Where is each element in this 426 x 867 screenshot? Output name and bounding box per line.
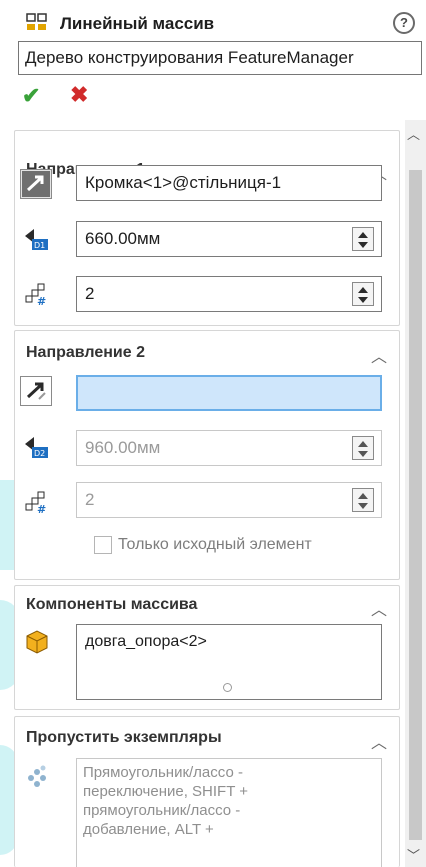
components-title: Компоненты массива	[26, 596, 198, 613]
collapse-chevron-icon[interactable]: ︿	[371, 596, 387, 620]
instance-count-icon: #	[24, 490, 50, 516]
direction1-count-field[interactable]: 2	[76, 276, 382, 312]
direction1-distance-field[interactable]: 660.00мм	[76, 221, 382, 257]
question-circle-icon[interactable]: ?	[393, 12, 415, 34]
skip-instances-hint: Прямоугольник/лассо - переключение, SHIF…	[83, 764, 249, 838]
components-list[interactable]: довга_опора<2>	[76, 624, 382, 700]
panel-title: Линейный массив	[60, 14, 215, 33]
svg-text:#: #	[37, 295, 46, 306]
close-icon[interactable]: ✖	[70, 82, 88, 108]
svg-text:D1: D1	[34, 241, 45, 250]
direction2-count-field[interactable]: 2	[76, 482, 382, 518]
distance-stepper[interactable]	[352, 227, 374, 251]
svg-text:#: #	[37, 503, 46, 514]
linear-pattern-icon	[26, 12, 48, 32]
skip-instances-list[interactable]: Прямоугольник/лассо - переключение, SHIF…	[76, 758, 382, 867]
collapse-chevron-icon[interactable]: ︿	[371, 729, 387, 753]
component-icon	[22, 628, 52, 656]
svg-text:D2: D2	[34, 449, 45, 458]
instance-count-icon: #	[24, 282, 50, 308]
skip-instances-title: Пропустить экземпляры	[26, 729, 222, 746]
distance-icon: D1	[22, 228, 50, 252]
count-stepper[interactable]	[352, 488, 374, 512]
direction-arrow-button[interactable]	[20, 376, 52, 406]
direction1-edge-field[interactable]: Кромка<1>@стільниця-1	[76, 165, 382, 201]
distance-icon: D2	[22, 436, 50, 460]
direction-arrow-button[interactable]	[20, 169, 52, 199]
skip-instances-icon	[24, 764, 50, 790]
tooltip: Дерево конструирования FeatureManager	[18, 41, 422, 75]
seed-only-label: Только исходный элемент	[118, 536, 312, 553]
seed-only-checkbox[interactable]	[94, 536, 112, 554]
count-stepper[interactable]	[352, 282, 374, 306]
collapse-chevron-icon[interactable]: ︿	[371, 343, 387, 367]
direction2-edge-field[interactable]	[76, 375, 382, 411]
direction2-title: Направление 2	[26, 344, 146, 361]
scrollbar-thumb[interactable]	[409, 170, 422, 840]
scroll-up-arrow-icon[interactable]: ︿	[407, 124, 420, 143]
list-item[interactable]: довга_опора<2>	[77, 625, 381, 659]
distance-stepper[interactable]	[352, 436, 374, 460]
direction2-distance-field[interactable]: 960.00мм	[76, 430, 382, 466]
resize-handle[interactable]	[223, 683, 232, 692]
scroll-down-arrow-icon[interactable]: ﹀	[407, 845, 420, 864]
check-icon[interactable]: ✔	[22, 83, 40, 109]
